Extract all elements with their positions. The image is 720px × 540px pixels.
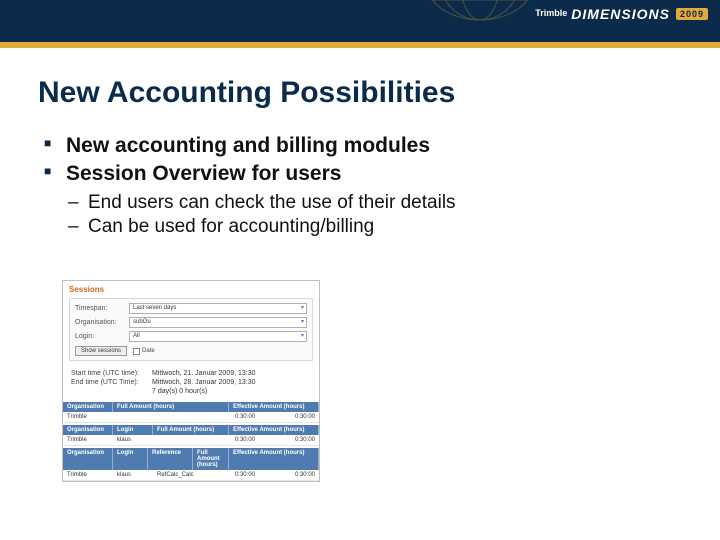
cell-ref: RefCalc_Calc (153, 470, 203, 480)
bullet-item: New accounting and billing modules (44, 134, 682, 158)
organisation-label: Organisation: (75, 319, 125, 326)
col-header: Effective Amount (hours) (229, 402, 319, 412)
col-header: Organisation (63, 425, 113, 435)
sub-bullet-item: End users can check the use of their det… (68, 192, 682, 214)
sub-bullet-list: End users can check the use of their det… (68, 192, 682, 238)
col-header: Effective Amount (hours) (229, 425, 319, 435)
col-header: Full Amount (hours) (113, 402, 229, 412)
col-header: Reference (148, 448, 193, 470)
duration-value: 7 day(s) 0 hour(s) (152, 387, 207, 396)
sessions-screenshot: Sessions Timespan: Last seven days Organ… (62, 280, 320, 482)
duration-label (71, 387, 146, 396)
cell-full: 0:30:00 (113, 412, 259, 422)
sessions-filter-form: Timespan: Last seven days Organisation: … (69, 298, 313, 361)
header-accent-bar (0, 42, 720, 48)
table-row: Trimble klaus RefCalc_Calc 0:30:00 0:30:… (63, 470, 319, 481)
start-time-label: Start time (UTC time): (71, 369, 146, 378)
end-time-label: End time (UTC Time): (71, 378, 146, 387)
checkbox-icon (133, 348, 140, 355)
timespan-label: Timespan: (75, 305, 125, 312)
bullet-item: Session Overview for users (44, 162, 682, 186)
cell-login: klaus (113, 435, 153, 445)
date-checkbox[interactable]: Date (133, 348, 155, 355)
slide-content: New Accounting Possibilities New account… (0, 48, 720, 238)
table-row: Trimble klaus 0:30:00 0:30:00 (63, 435, 319, 446)
start-time-value: Mittwoch, 21. Januar 2009, 13:30 (152, 369, 256, 378)
col-header: Organisation (63, 448, 113, 470)
sessions-panel-title: Sessions (63, 281, 319, 296)
timespan-select[interactable]: Last seven days (129, 303, 307, 314)
cell-org: Trimble (63, 412, 113, 422)
col-header: Effective Amount (hours) (229, 448, 319, 470)
table-row: Trimble 0:30:00 0:30:00 (63, 412, 319, 423)
cell-full: 0:30:00 (203, 470, 259, 480)
cell-org: Trimble (63, 435, 113, 445)
time-range-block: Start time (UTC time): Mittwoch, 21. Jan… (63, 365, 319, 400)
org-summary-section: Organisation Full Amount (hours) Effecti… (63, 402, 319, 423)
col-header: Organisation (63, 402, 113, 412)
cell-login: klaus (113, 470, 153, 480)
brand-name: Trimble (535, 8, 567, 18)
col-header: Full Amount (hours) (153, 425, 229, 435)
login-label: Login: (75, 333, 125, 340)
cell-org: Trimble (63, 470, 113, 480)
date-checkbox-label: Date (142, 348, 155, 354)
slide-title: New Accounting Possibilities (38, 76, 682, 110)
col-header: Login (113, 425, 153, 435)
reference-summary-section: Organisation Login Reference Full Amount… (63, 448, 319, 481)
login-select[interactable]: All (129, 331, 307, 342)
end-time-value: Mittwoch, 28. Januar 2009, 13:30 (152, 378, 256, 387)
globe-decoration (420, 0, 540, 40)
col-header: Full Amount (hours) (193, 448, 229, 470)
cell-eff: 0:30:00 (259, 412, 319, 422)
brand-year: 2009 (676, 8, 708, 20)
bullet-list: New accounting and billing modules Sessi… (44, 134, 682, 186)
login-summary-section: Organisation Login Full Amount (hours) E… (63, 425, 319, 446)
slide-header: Trimble DIMENSIONS 2009 (0, 0, 720, 48)
cell-eff: 0:30:00 (259, 470, 319, 480)
show-sessions-button[interactable]: Show sessions (75, 346, 127, 356)
cell-eff: 0:30:00 (259, 435, 319, 445)
sub-bullet-item: Can be used for accounting/billing (68, 216, 682, 238)
col-header: Login (113, 448, 148, 470)
brand-logo: Trimble DIMENSIONS 2009 (535, 6, 708, 22)
organisation-select[interactable]: subOu (129, 317, 307, 328)
brand-word: DIMENSIONS (571, 6, 670, 22)
cell-full: 0:30:00 (153, 435, 259, 445)
